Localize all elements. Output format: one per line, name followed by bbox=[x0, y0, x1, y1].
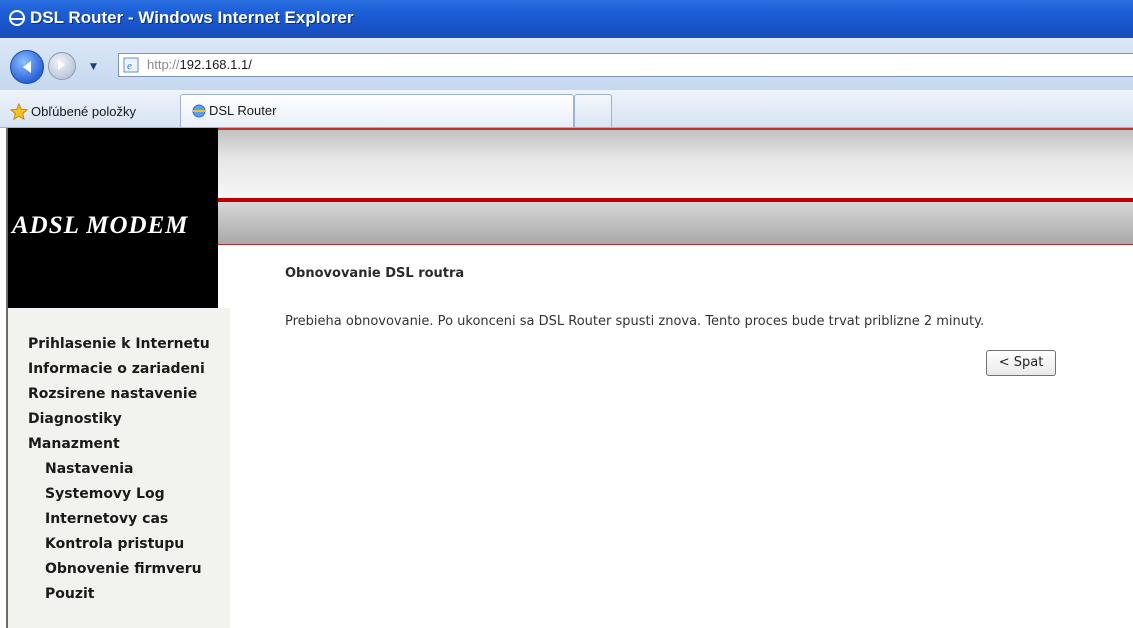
new-tab-button[interactable] bbox=[574, 94, 612, 127]
sidebar-subitem-apply[interactable]: Pouzit bbox=[45, 586, 95, 602]
window-title-bar: DSL Router - Windows Internet Explorer bbox=[0, 0, 1133, 38]
address-field[interactable]: e http://192.168.1.1/ bbox=[118, 53, 1133, 77]
sidebar-subitem-access-control[interactable]: Kontrola pristupu bbox=[45, 536, 184, 552]
sidebar-item-advanced-setup[interactable]: Rozsirene nastavenie bbox=[28, 386, 197, 402]
ie-icon bbox=[9, 10, 25, 26]
window-title: DSL Router - Windows Internet Explorer bbox=[30, 8, 354, 27]
back-page-button[interactable]: < Spat bbox=[986, 350, 1056, 376]
page-title: Obnovovanie DSL routra bbox=[285, 266, 465, 281]
tab-label: DSL Router bbox=[209, 103, 277, 118]
sidebar-subitem-firmware-update[interactable]: Obnovenie firmveru bbox=[45, 561, 202, 577]
ie-tab-icon bbox=[192, 104, 206, 118]
header-subbanner bbox=[218, 202, 1133, 245]
favorites-label[interactable]: Obľúbené položky bbox=[31, 104, 136, 119]
back-button[interactable] bbox=[10, 50, 44, 84]
sidebar-item-diagnostics[interactable]: Diagnostiky bbox=[28, 411, 122, 427]
sidebar-item-internet-login[interactable]: Prihlasenie k Internetu bbox=[28, 336, 210, 352]
forward-arrow-icon bbox=[58, 60, 65, 70]
router-page: ADSL MODEM Prihlasenie k Internetu Infor… bbox=[0, 128, 1133, 628]
sidebar-item-management[interactable]: Manazment bbox=[28, 436, 120, 452]
logo-panel: ADSL MODEM bbox=[8, 128, 218, 308]
favorites-bar: Obľúbené položky DSL Router bbox=[0, 90, 1133, 128]
svg-text:e: e bbox=[127, 60, 132, 72]
favorites-star-icon[interactable] bbox=[10, 103, 28, 121]
address-url: http://192.168.1.1/ bbox=[147, 57, 252, 72]
navigation-bar: ▼ e http://192.168.1.1/ bbox=[0, 38, 1133, 90]
sidebar-subitem-settings[interactable]: Nastavenia bbox=[45, 461, 133, 477]
sidebar-item-device-info[interactable]: Informacie o zariadeni bbox=[28, 361, 205, 377]
ie-page-icon: e bbox=[123, 57, 139, 73]
logo: ADSL MODEM bbox=[12, 212, 189, 239]
sidebar-subitem-system-log[interactable]: Systemovy Log bbox=[45, 486, 165, 502]
sidebar: Prihlasenie k Internetu Informacie o zar… bbox=[8, 308, 230, 628]
forward-button[interactable] bbox=[48, 52, 76, 80]
back-arrow-icon bbox=[23, 61, 31, 73]
status-message: Prebieha obnovovanie. Po ukonceni sa DSL… bbox=[285, 314, 985, 329]
history-dropdown-icon[interactable]: ▼ bbox=[90, 62, 97, 72]
tab-dsl-router[interactable]: DSL Router bbox=[180, 94, 574, 127]
sidebar-subitem-internet-time[interactable]: Internetovy cas bbox=[45, 511, 168, 527]
header-banner bbox=[218, 128, 1133, 200]
